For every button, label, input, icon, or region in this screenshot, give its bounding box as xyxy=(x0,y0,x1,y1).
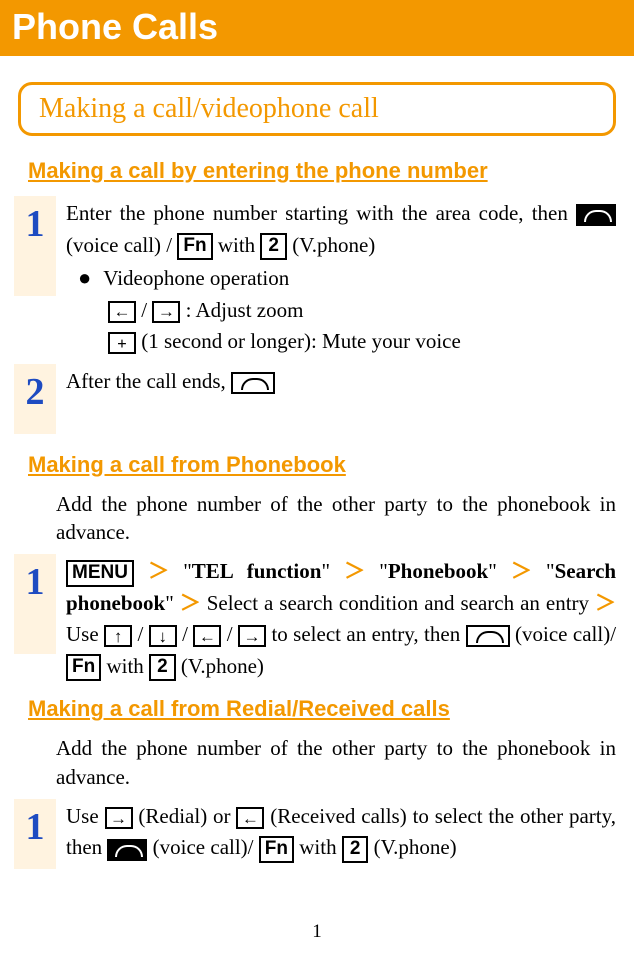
heading-phonebook: Making a call from Phonebook xyxy=(28,452,616,478)
text: / xyxy=(141,298,152,322)
call-icon xyxy=(107,839,147,861)
text: with xyxy=(218,233,261,257)
end-call-icon xyxy=(231,372,275,394)
heading-enter-number: Making a call by entering the phone numb… xyxy=(28,158,616,184)
left-arrow-icon: ← xyxy=(193,625,221,647)
text: " xyxy=(183,559,192,583)
breadcrumb-sep: ＞ xyxy=(511,560,532,583)
breadcrumb-sep: ＞ xyxy=(148,560,169,583)
text: Use xyxy=(66,804,105,828)
text: / xyxy=(137,622,148,646)
text: (voice call) / xyxy=(66,233,177,257)
step-1-enter-number: 1 Enter the phone number starting with t… xyxy=(14,196,616,358)
redial-intro: Add the phone number of the other party … xyxy=(56,734,616,791)
text: : Adjust zoom xyxy=(186,298,304,322)
right-arrow-icon: → xyxy=(105,807,133,829)
text: with xyxy=(299,835,342,859)
plus-icon: + xyxy=(108,332,136,354)
text: Use xyxy=(66,622,104,646)
text: TEL function xyxy=(192,559,322,583)
text: / xyxy=(227,622,238,646)
text: / xyxy=(182,622,193,646)
text: with xyxy=(106,654,149,678)
step-1-redial: 1 Use → (Redial) or ← (Received calls) t… xyxy=(14,799,616,869)
step-body: MENU ＞ "TEL function" ＞ "Phonebook" ＞ "S… xyxy=(66,554,616,682)
step-number: 1 xyxy=(14,554,56,654)
down-arrow-icon: ↓ xyxy=(149,625,177,647)
breadcrumb-sep: ＞ xyxy=(344,560,365,583)
text: (Redial) or xyxy=(138,804,236,828)
text: After the call ends, xyxy=(66,369,231,393)
text: Phonebook xyxy=(388,559,488,583)
text: " xyxy=(546,559,555,583)
key-2: 2 xyxy=(260,233,287,260)
page-number: 1 xyxy=(0,921,634,943)
up-arrow-icon: ↑ xyxy=(104,625,132,647)
heading-redial: Making a call from Redial/Received calls xyxy=(28,696,616,722)
section-title: Making a call/videophone call xyxy=(39,93,379,124)
bullet-videophone: ● Videophone operation xyxy=(78,261,616,295)
fn-key: Fn xyxy=(66,654,101,681)
text: " xyxy=(379,559,388,583)
step-body: Use → (Redial) or ← (Received calls) to … xyxy=(66,799,616,864)
step-body: Enter the phone number starting with the… xyxy=(66,196,616,358)
text: (V.phone) xyxy=(181,654,264,678)
sub-mute: + (1 second or longer): Mute your voice xyxy=(108,326,616,358)
key-2: 2 xyxy=(149,654,176,681)
phonebook-intro: Add the phone number of the other party … xyxy=(56,490,616,547)
step-body: After the call ends, xyxy=(66,364,616,398)
bullet-icon: ● xyxy=(78,261,91,294)
left-arrow-icon: ← xyxy=(108,301,136,323)
text: Select a search condition and search an … xyxy=(207,591,595,615)
text: Videophone operation xyxy=(103,263,289,295)
text: (V.phone) xyxy=(374,835,457,859)
text: Enter the phone number starting with the… xyxy=(66,201,576,225)
text: " xyxy=(488,559,497,583)
right-arrow-icon: → xyxy=(238,625,266,647)
fn-key: Fn xyxy=(177,233,212,260)
right-arrow-icon: → xyxy=(152,301,180,323)
step-1-phonebook: 1 MENU ＞ "TEL function" ＞ "Phonebook" ＞ … xyxy=(14,554,616,682)
step-number: 2 xyxy=(14,364,56,434)
menu-key: MENU xyxy=(66,560,134,587)
fn-key: Fn xyxy=(259,836,294,863)
page-banner: Phone Calls xyxy=(0,0,634,56)
text: to select an entry, then xyxy=(271,622,465,646)
sub-zoom: ← / → : Adjust zoom xyxy=(108,295,616,327)
call-icon xyxy=(466,625,510,647)
key-2: 2 xyxy=(342,836,369,863)
text: (voice call)/ xyxy=(515,622,616,646)
text: " xyxy=(321,559,330,583)
text: (V.phone) xyxy=(292,233,375,257)
step-number: 1 xyxy=(14,196,56,296)
step-number: 1 xyxy=(14,799,56,869)
left-arrow-icon: ← xyxy=(236,807,264,829)
text: (1 second or longer): Mute your voice xyxy=(141,329,461,353)
breadcrumb-sep: ＞ xyxy=(595,592,616,615)
section-title-box: Making a call/videophone call xyxy=(18,82,616,136)
text: " xyxy=(165,591,174,615)
breadcrumb-sep: ＞ xyxy=(180,592,201,615)
text: (voice call)/ xyxy=(153,835,259,859)
call-icon xyxy=(576,204,616,226)
step-2-end-call: 2 After the call ends, xyxy=(14,364,616,434)
